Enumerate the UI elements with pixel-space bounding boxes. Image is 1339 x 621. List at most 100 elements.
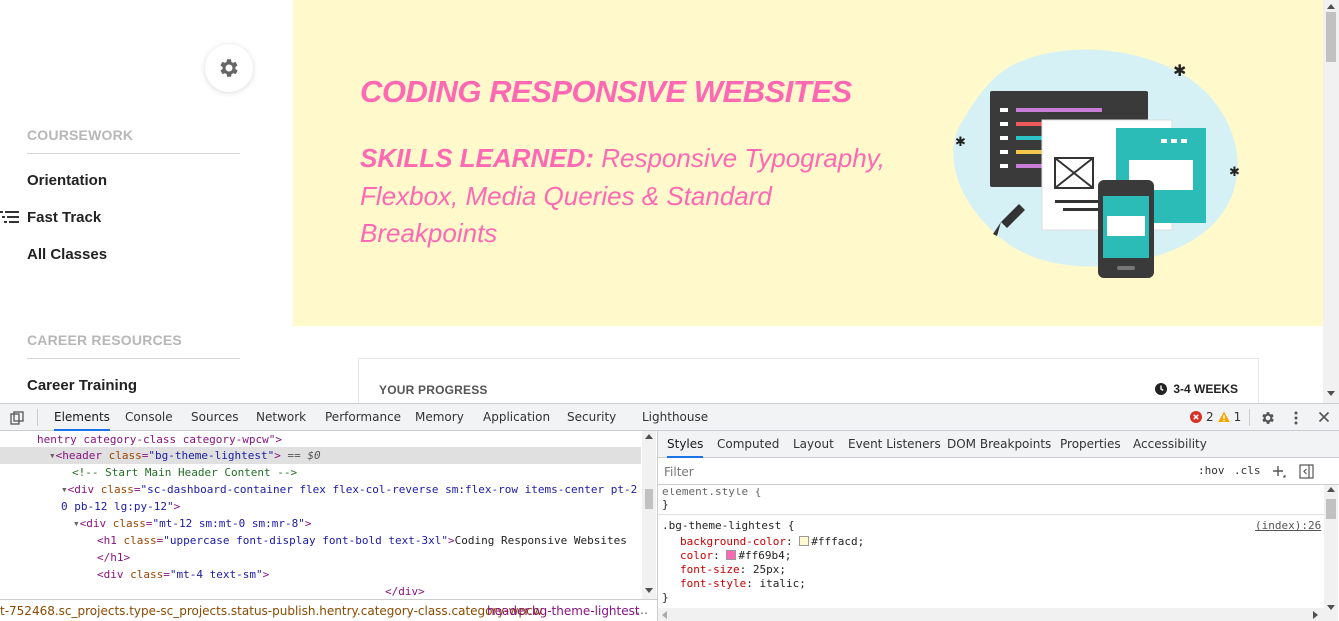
styles-scroll-up[interactable]	[1327, 487, 1335, 492]
sidebar-item-career-training[interactable]: Career Training	[27, 377, 137, 394]
dom-scroll-down[interactable]	[645, 588, 653, 593]
skills-learned: SKILLS LEARNED: Responsive Typography, F…	[360, 140, 900, 253]
settings-button[interactable]	[205, 44, 253, 92]
sidebar-item-orientation[interactable]: Orientation	[27, 172, 107, 189]
dom-line[interactable]: ▾<div class="sc-dashboard-container flex…	[61, 481, 637, 498]
dom-attr: class	[108, 449, 142, 462]
css-declaration[interactable]: font-size: 25px;	[680, 562, 786, 577]
devtools-settings-icon[interactable]	[1260, 410, 1276, 426]
tab-layout[interactable]: Layout	[793, 431, 834, 458]
dom-text: Coding Responsive Websites	[454, 534, 627, 547]
issues-counter[interactable]: 2 1	[1190, 410, 1241, 424]
page-viewport: COURSEWORK Orientation Fast Track All Cl…	[0, 0, 1339, 403]
color-swatch[interactable]	[799, 536, 810, 546]
element-style-selector[interactable]: element.style {	[662, 488, 761, 499]
tab-network[interactable]: Network	[256, 404, 306, 431]
css-declaration[interactable]: color: #ff69b4;	[680, 548, 791, 563]
devtools-panel: Elements Console Sources Network Perform…	[0, 403, 1339, 621]
tab-console[interactable]: Console	[125, 404, 173, 431]
color-swatch[interactable]	[726, 550, 737, 560]
css-brace: }	[662, 498, 669, 511]
breadcrumb-item[interactable]: t-752468.sc_projects.type-sc_projects.st…	[0, 604, 543, 618]
styles-pane: Styles Computed Layout Event Listeners D…	[658, 431, 1339, 621]
dom-scrollbar-thumb[interactable]	[645, 489, 653, 509]
error-count: 2	[1206, 410, 1214, 424]
toggle-sidebar-icon[interactable]	[1299, 464, 1314, 479]
dom-line[interactable]: </div>	[385, 583, 425, 600]
dom-scrollbar[interactable]	[642, 431, 656, 599]
css-declaration[interactable]: background-color: #fffacd;	[680, 534, 864, 549]
dom-tree: hentry category-class category-wpcw"> ▾<…	[0, 431, 657, 599]
styles-scrollbar-thumb[interactable]	[1326, 499, 1336, 519]
breadcrumb-item-selected[interactable]: header.bg-theme-lightest	[487, 604, 640, 618]
tab-accessibility[interactable]: Accessibility	[1133, 431, 1207, 458]
tab-lighthouse[interactable]: Lighthouse	[642, 404, 708, 431]
css-selector[interactable]: .bg-theme-lightest {	[662, 518, 794, 533]
styles-scroll-down[interactable]	[1327, 605, 1335, 610]
new-style-rule-icon[interactable]	[1272, 465, 1286, 479]
dom-attr-value: "mt-12 sm:mt-0 sm:mr-8"	[152, 517, 305, 530]
rule-divider	[658, 514, 1325, 515]
error-icon	[1190, 411, 1202, 423]
tab-performance[interactable]: Performance	[325, 404, 401, 431]
page-scrollbar-thumb[interactable]	[1326, 12, 1336, 62]
css-property: color	[680, 549, 714, 562]
dom-line[interactable]: <!-- Start Main Header Content -->	[72, 464, 297, 481]
tab-application[interactable]: Application	[483, 404, 550, 431]
dom-line[interactable]: <div class="mt-4 text-sm">	[97, 566, 269, 583]
scroll-up-arrow[interactable]	[1327, 4, 1335, 9]
dom-scroll-up[interactable]	[645, 434, 653, 439]
sidebar-item-fast-track[interactable]: Fast Track	[27, 209, 101, 226]
dom-breadcrumbs: t-752468.sc_projects.type-sc_projects.st…	[0, 599, 657, 621]
svg-text:✱: ✱	[955, 134, 966, 149]
dom-line[interactable]: hentry category-class category-wpcw">	[37, 431, 282, 448]
screen: COURSEWORK Orientation Fast Track All Cl…	[0, 0, 1339, 621]
dom-attr-value: "uppercase font-display font-bold text-3…	[163, 534, 449, 547]
dom-line[interactable]: <h1 class="uppercase font-display font-b…	[97, 532, 627, 549]
career-divider	[27, 358, 240, 359]
tab-event-listeners[interactable]: Event Listeners	[848, 431, 941, 458]
dom-attr-value: 0 pb-12 lg:py-12"	[61, 500, 174, 513]
devtools-tabbar: Elements Console Sources Network Perform…	[0, 404, 1339, 431]
tab-sources[interactable]: Sources	[191, 404, 238, 431]
warning-count: 1	[1233, 410, 1242, 424]
dom-line[interactable]: ▾<div class="mt-12 sm:mt-0 sm:mr-8">	[73, 515, 311, 532]
styles-scroll-right[interactable]	[1313, 611, 1318, 619]
class-toggle[interactable]: .cls	[1234, 464, 1261, 477]
dom-attr-value: "bg-theme-lightest"	[148, 449, 275, 462]
dom-line[interactable]: </h1>	[97, 549, 130, 566]
styles-scrollbar[interactable]	[1324, 485, 1338, 621]
more-options-icon[interactable]	[1290, 410, 1302, 426]
dom-line-selected[interactable]: ▾<header class="bg-theme-lightest"> == $…	[0, 447, 641, 464]
css-source-link[interactable]: (index):26	[1255, 518, 1321, 533]
tab-computed[interactable]: Computed	[717, 431, 779, 458]
close-devtools-icon[interactable]	[1318, 411, 1330, 423]
tab-memory[interactable]: Memory	[415, 404, 464, 431]
css-property: background-color	[680, 535, 786, 548]
tab-styles[interactable]: Styles	[667, 431, 704, 458]
sidebar-item-all-classes[interactable]: All Classes	[27, 246, 107, 263]
css-value: #fffacd;	[811, 535, 865, 548]
list-icon	[0, 211, 19, 223]
tab-dom-breakpoints[interactable]: DOM Breakpoints	[947, 431, 1051, 458]
page-scrollbar[interactable]	[1323, 0, 1339, 403]
career-resources-heading: CAREER RESOURCES	[27, 332, 182, 348]
device-toolbar-icon[interactable]	[10, 411, 24, 425]
coursework-divider	[27, 153, 240, 154]
styles-hscrollbar[interactable]	[658, 608, 1324, 621]
scroll-down-arrow[interactable]	[1327, 391, 1335, 396]
tab-properties[interactable]: Properties	[1060, 431, 1121, 458]
styles-filter-input[interactable]	[664, 463, 1044, 480]
css-declaration[interactable]: font-style: italic;	[680, 576, 806, 591]
tab-security[interactable]: Security	[567, 404, 616, 431]
breadcrumb-more[interactable]: …	[636, 603, 648, 617]
dom-line[interactable]: 0 pb-12 lg:py-12">	[61, 498, 180, 515]
dom-text: hentry category-class category-wpcw">	[37, 433, 283, 446]
tab-separator	[37, 409, 38, 426]
hover-state-toggle[interactable]: :hov	[1198, 464, 1225, 477]
css-brace: }	[662, 591, 669, 604]
tab-elements[interactable]: Elements	[54, 404, 110, 431]
styles-scroll-left[interactable]	[662, 611, 667, 619]
duration-badge: 3-4 WEEKS	[1155, 382, 1238, 396]
duration-text: 3-4 WEEKS	[1173, 382, 1238, 396]
